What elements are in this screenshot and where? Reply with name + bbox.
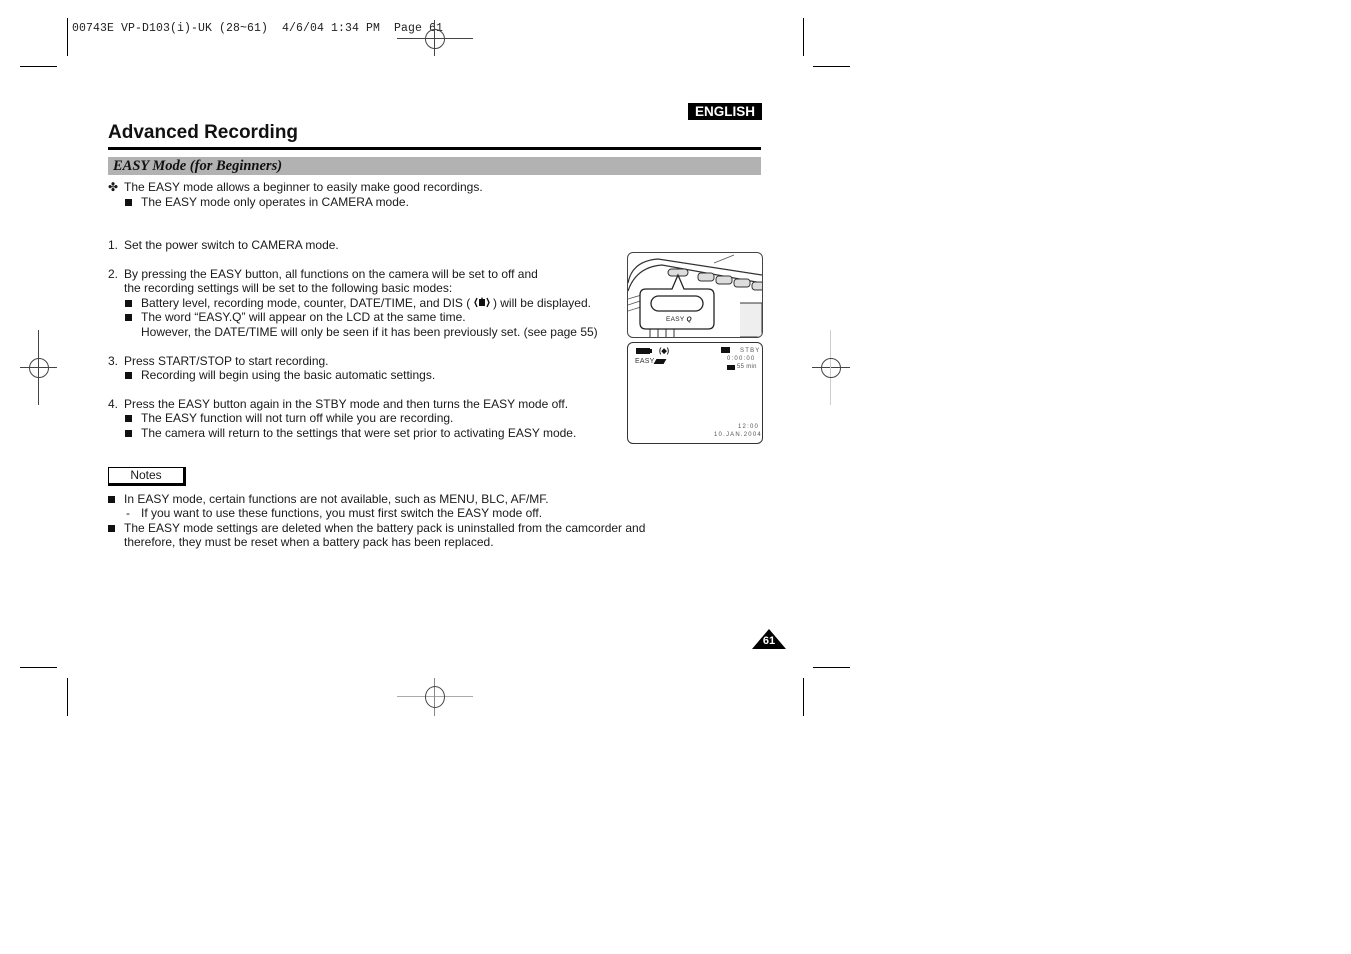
crop-mark [803,18,804,56]
remaining-time: 55 min [737,364,757,370]
square-bullet-icon [125,415,132,422]
status-indicator: STBY [740,348,761,354]
registration-mark [397,20,473,56]
battery-tip [650,349,652,353]
square-bullet-icon [108,525,115,532]
registration-mark [812,330,850,405]
note-subtext: If you want to use these functions, you … [141,506,543,520]
page-number: 61 [762,635,776,647]
square-bullet-icon [125,372,132,379]
square-bullet-icon [125,314,132,321]
note-dash: - [126,506,130,520]
note-text: The EASY mode settings are deleted when … [124,521,646,535]
step-number: 4. [108,397,119,411]
easy-q-icon: Q [686,316,692,323]
step-number: 1. [108,238,119,252]
registration-mark [397,678,473,716]
step-text: By pressing the EASY button, all functio… [124,267,538,281]
registration-mark [20,330,57,405]
crop-mark [67,18,68,56]
step-bullet-text: The word “EASY.Q” will appear on the LCD… [141,310,466,324]
crop-mark [20,667,57,668]
crop-mark [813,667,850,668]
section-title: EASY Mode (for Beginners) [113,158,283,174]
tape-icon [727,365,735,370]
date-display: 10.JAN.2004 [714,432,762,438]
step-text: the recording settings will be set to th… [124,281,453,295]
record-mode-icon [721,347,730,353]
language-badge: ENGLISH [688,103,762,120]
intro-lead: The EASY mode allows a beginner to easil… [124,180,483,194]
print-header: 00743E VP-D103(i)-UK (28~61) 4/6/04 1:34… [72,22,444,35]
camcorder-drawing [628,254,762,337]
square-bullet-icon [125,199,132,206]
note-continuation: therefore, they must be reset when a bat… [124,535,494,549]
step-text: Press START/STOP to start recording. [124,354,329,368]
cross-bullet-icon: ✤ [108,180,119,194]
intro-sub: The EASY mode only operates in CAMERA mo… [141,195,409,209]
time-display: 12:00 [738,424,760,430]
easy-q-icon [653,359,667,364]
crop-mark [803,678,804,716]
title-rule [108,147,761,150]
easy-button-label: EASY Q [666,316,692,323]
step-bullet-text: Recording will begin using the basic aut… [141,368,436,382]
step-text: Press the EASY button again in the STBY … [124,397,569,411]
counter: 0:00:00 [727,356,756,362]
step-bullet-text: ) will be displayed. [492,296,591,310]
step-bullet: Battery level, recording mode, counter, … [141,296,591,311]
step-number: 3. [108,354,119,368]
step-bullet-continuation: However, the DATE/TIME will only be seen… [141,325,598,339]
crop-mark [67,678,68,716]
square-bullet-icon [108,496,115,503]
crop-mark [20,66,57,67]
step-bullet-text: The EASY function will not turn off whil… [141,411,454,425]
square-bullet-icon [125,300,132,307]
step-text: Set the power switch to CAMERA mode. [124,238,339,252]
square-bullet-icon [125,430,132,437]
page-title: Advanced Recording [108,122,299,143]
step-bullet-text: Battery level, recording mode, counter, … [141,296,471,310]
dis-icon: (◆) [659,348,670,355]
battery-icon [636,348,650,354]
crop-mark [813,66,850,67]
lcd-display-illustration: (◆) EASY STBY 0:00:00 55 min 12:00 10.JA… [627,342,763,444]
easy-indicator: EASY [635,358,655,365]
easy-button-illustration: EASY Q [627,252,763,338]
notes-label: Notes [108,467,186,486]
note-text: In EASY mode, certain functions are not … [124,492,549,506]
step-bullet-text: The camera will return to the settings t… [141,426,577,440]
dis-icon [473,297,490,308]
step-number: 2. [108,267,119,281]
